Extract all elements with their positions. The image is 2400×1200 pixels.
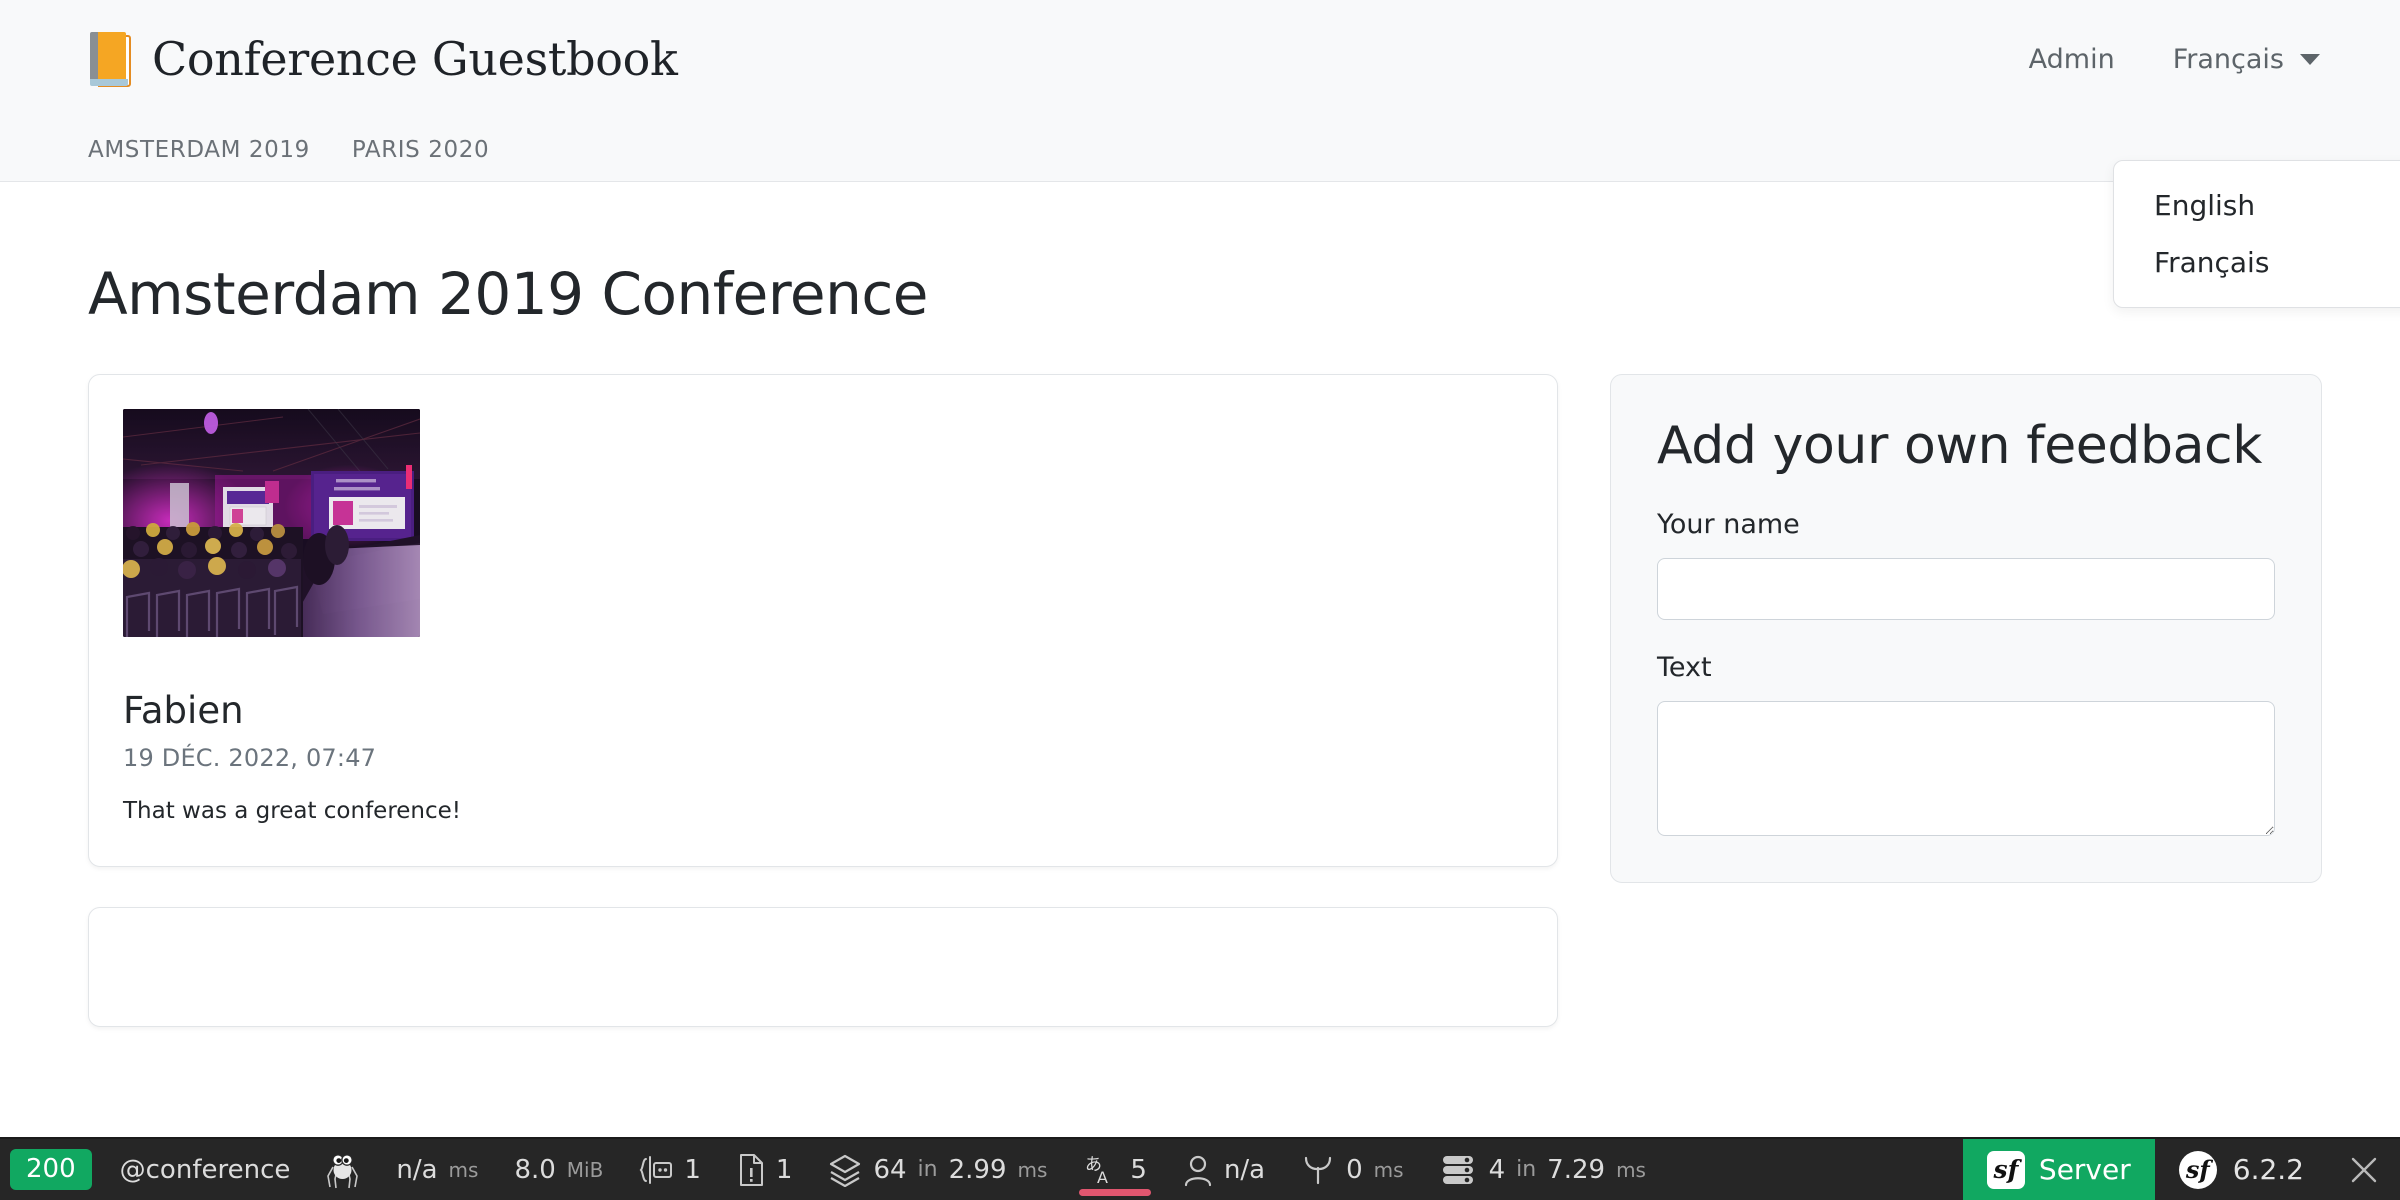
twig-unit: ms xyxy=(1017,1157,1048,1182)
toolbar-logs-block[interactable]: 1 xyxy=(719,1139,811,1200)
symfony-web-debug-toolbar: 200 @conference n/a ms 8.0 MiB 1 1 64 in… xyxy=(0,1137,2400,1200)
language-switcher-button[interactable]: Français xyxy=(2173,44,2320,75)
name-input[interactable] xyxy=(1657,558,2275,621)
db-unit: ms xyxy=(1616,1157,1646,1182)
header-top-bar: Conference Guestbook Admin Français xyxy=(0,0,2400,118)
logs-count: 1 xyxy=(775,1154,793,1185)
notebook-icon xyxy=(88,30,134,88)
toolbar-server-block[interactable]: sf Server xyxy=(1962,1139,2155,1200)
cache-unit: ms xyxy=(1373,1157,1404,1182)
twig-time: 2.99 xyxy=(948,1154,1007,1185)
db-time: 7.29 xyxy=(1547,1154,1606,1185)
header-actions: Admin Français xyxy=(2029,44,2320,75)
toolbar-route-block[interactable]: @conference xyxy=(102,1139,309,1200)
language-current-label: Français xyxy=(2172,43,2284,75)
close-icon[interactable] xyxy=(2328,1139,2400,1200)
memory-value: 8.0 xyxy=(514,1154,556,1185)
language-option-english[interactable]: English xyxy=(2114,177,2400,234)
feedback-column: Add your own feedback Your name Text xyxy=(1610,374,2322,884)
toolbar-cache-block[interactable]: 0 ms xyxy=(1283,1139,1421,1200)
security-value: n/a xyxy=(1223,1154,1266,1185)
toolbar-database-block[interactable]: 4 in 7.29 ms xyxy=(1422,1139,1664,1200)
server-label: Server xyxy=(2038,1153,2131,1186)
chevron-down-icon xyxy=(2300,53,2320,65)
feedback-form-card: Add your own feedback Your name Text xyxy=(1610,374,2322,884)
sprout-icon xyxy=(1301,1153,1335,1187)
language-dropdown-menu[interactable]: English Français xyxy=(2113,160,2400,308)
conference-hall-photo xyxy=(123,409,420,637)
comment-card: Fabien 19 DÉC. 2022, 07:47 That was a gr… xyxy=(88,374,1558,867)
http-status-badge: 200 xyxy=(10,1148,92,1191)
time-unit: ms xyxy=(448,1157,479,1182)
symfony-version: 6.2.2 xyxy=(2232,1153,2304,1186)
brand-link[interactable]: Conference Guestbook xyxy=(88,30,678,88)
comment-date: 19 DÉC. 2022, 07:47 xyxy=(123,744,377,772)
toolbar-status-block[interactable]: 200 xyxy=(0,1139,102,1200)
comment-text: That was a great conference! xyxy=(123,798,462,824)
user-icon xyxy=(1183,1153,1213,1187)
twig-in-label: in xyxy=(917,1157,938,1182)
translation-icon: あ A xyxy=(1083,1152,1119,1188)
nav-tab-paris-2020[interactable]: PARIS 2020 xyxy=(352,137,489,163)
page-title: Amsterdam 2019 Conference xyxy=(88,260,928,328)
toolbar-memory-block[interactable]: 8.0 MiB xyxy=(496,1139,621,1200)
database-icon xyxy=(1440,1153,1478,1187)
feedback-form-title: Add your own feedback xyxy=(1657,416,2262,476)
forms-icon xyxy=(639,1155,673,1185)
admin-link[interactable]: Admin xyxy=(2029,44,2115,75)
toolbar-translation-block[interactable]: あ A 5 xyxy=(1065,1139,1165,1200)
toolbar-forms-block[interactable]: 1 xyxy=(621,1139,719,1200)
symfony-logo-icon: sf xyxy=(1986,1150,2025,1189)
logs-icon xyxy=(737,1153,765,1187)
conference-nav: AMSTERDAM 2019 PARIS 2020 xyxy=(0,118,2400,181)
toolbar-security-block[interactable]: n/a xyxy=(1165,1139,1283,1200)
site-header: Conference Guestbook Admin Français AMST… xyxy=(0,0,2400,308)
twig-layers-icon xyxy=(828,1153,862,1187)
forms-count: 1 xyxy=(684,1154,701,1185)
name-field-label: Your name xyxy=(1657,509,1800,541)
comments-column: Fabien 19 DÉC. 2022, 07:47 That was a gr… xyxy=(88,374,1558,1027)
db-in-label: in xyxy=(1516,1157,1537,1182)
translation-alert-underline xyxy=(1079,1189,1151,1196)
toolbar-time-block[interactable]: n/a ms xyxy=(378,1139,496,1200)
language-option-francais[interactable]: Français xyxy=(2114,234,2400,291)
nav-tab-amsterdam-2019[interactable]: AMSTERDAM 2019 xyxy=(88,137,310,163)
memory-unit: MiB xyxy=(566,1157,604,1182)
text-field-label: Text xyxy=(1657,652,1712,684)
db-count: 4 xyxy=(1488,1154,1506,1185)
toolbar-twig-block[interactable]: 64 in 2.99 ms xyxy=(810,1139,1065,1200)
main-content: Amsterdam 2019 Conference Fabien 19 DÉC.… xyxy=(0,182,2400,1027)
toolbar-profiler-block[interactable] xyxy=(308,1139,378,1200)
route-name: @conference xyxy=(119,1154,291,1185)
brand-title: Conference Guestbook xyxy=(152,32,678,86)
time-value: n/a xyxy=(396,1154,438,1185)
translation-count: 5 xyxy=(1130,1154,1147,1185)
svg-text:A: A xyxy=(1097,1168,1108,1187)
content-columns: Fabien 19 DÉC. 2022, 07:47 That was a gr… xyxy=(88,374,2322,1027)
comment-author: Fabien xyxy=(123,689,244,732)
comment-card-next xyxy=(88,907,1558,1027)
toolbar-version-block[interactable]: sf 6.2.2 xyxy=(2155,1139,2328,1200)
cache-value: 0 xyxy=(1346,1154,1363,1185)
feedback-textarea[interactable] xyxy=(1657,701,2275,837)
twig-count: 64 xyxy=(873,1154,907,1185)
symfony-bug-icon xyxy=(326,1151,360,1189)
symfony-logo-icon: sf xyxy=(2178,1150,2217,1189)
